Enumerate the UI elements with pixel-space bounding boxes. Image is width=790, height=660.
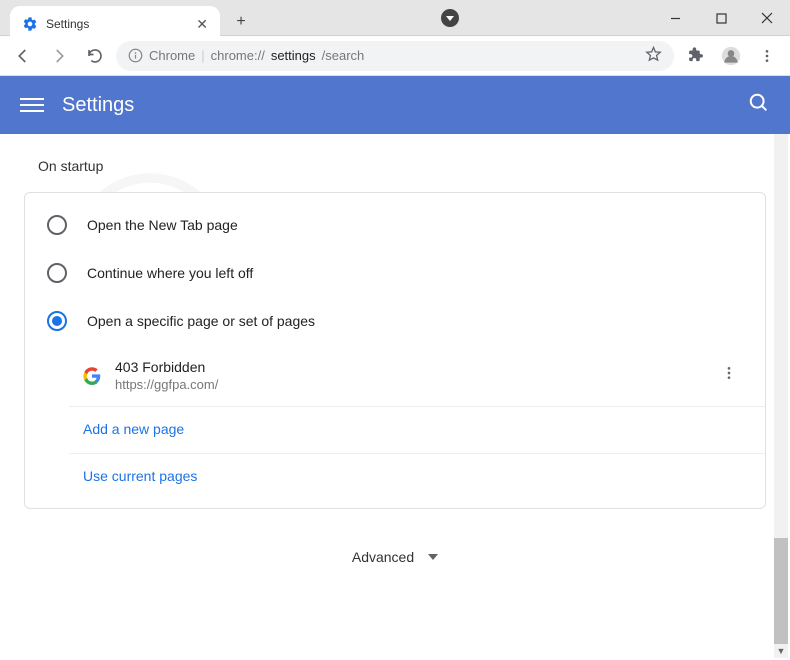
search-icon[interactable] <box>748 92 770 119</box>
hamburger-icon[interactable] <box>20 93 44 117</box>
radio-icon <box>47 311 67 331</box>
settings-content: On startup Open the New Tab page Continu… <box>0 134 790 659</box>
menu-dots-icon[interactable] <box>752 41 782 71</box>
radio-continue[interactable]: Continue where you left off <box>25 249 765 297</box>
url-prefix: Chrome <box>149 48 195 63</box>
use-current-row[interactable]: Use current pages <box>69 454 765 500</box>
info-icon <box>128 48 143 63</box>
profile-icon[interactable] <box>716 41 746 71</box>
browser-tab[interactable]: Settings ✕ <box>10 6 220 42</box>
radio-icon <box>47 263 67 283</box>
address-bar[interactable]: Chrome | chrome://settings/search <box>116 41 674 71</box>
new-tab-button[interactable]: + <box>226 7 256 37</box>
minimize-button[interactable] <box>652 0 698 36</box>
radio-label: Open a specific page or set of pages <box>87 313 315 329</box>
page-url-text: https://ggfpa.com/ <box>115 377 701 392</box>
extensions-icon[interactable] <box>680 41 710 71</box>
reload-button[interactable] <box>80 41 110 71</box>
window-controls <box>652 0 790 36</box>
page-title: Settings <box>62 94 134 117</box>
url-path-rest: /search <box>322 48 365 63</box>
google-favicon <box>83 367 101 385</box>
window-titlebar: Settings ✕ + <box>0 0 790 36</box>
radio-label: Open the New Tab page <box>87 217 238 233</box>
url-domain: chrome:// <box>211 48 265 63</box>
close-window-button[interactable] <box>744 0 790 36</box>
startup-page-list: 403 Forbidden https://ggfpa.com/ Add a n… <box>25 345 765 500</box>
page-info: 403 Forbidden https://ggfpa.com/ <box>115 359 701 392</box>
browser-toolbar: Chrome | chrome://settings/search <box>0 36 790 76</box>
use-current-link[interactable]: Use current pages <box>83 468 197 484</box>
advanced-toggle[interactable]: Advanced <box>24 549 766 565</box>
add-page-row[interactable]: Add a new page <box>69 407 765 454</box>
chevron-down-icon <box>428 554 438 560</box>
startup-page-row: 403 Forbidden https://ggfpa.com/ <box>69 345 765 407</box>
radio-label: Continue where you left off <box>87 265 253 281</box>
shield-icon[interactable] <box>441 9 459 27</box>
add-page-link[interactable]: Add a new page <box>83 421 184 437</box>
tab-title: Settings <box>46 17 89 31</box>
section-title: On startup <box>38 158 766 174</box>
settings-header: Settings <box>0 76 790 134</box>
radio-specific-pages[interactable]: Open a specific page or set of pages <box>25 297 765 345</box>
gear-icon <box>22 16 38 32</box>
more-vert-icon[interactable] <box>715 365 743 386</box>
maximize-button[interactable] <box>698 0 744 36</box>
url-path-bold: settings <box>271 48 316 63</box>
radio-icon <box>47 215 67 235</box>
star-icon[interactable] <box>645 46 662 66</box>
forward-button[interactable] <box>44 41 74 71</box>
advanced-label: Advanced <box>352 549 414 565</box>
startup-panel: Open the New Tab page Continue where you… <box>24 192 766 509</box>
radio-new-tab[interactable]: Open the New Tab page <box>25 201 765 249</box>
page-title-text: 403 Forbidden <box>115 359 701 375</box>
back-button[interactable] <box>8 41 38 71</box>
close-icon[interactable]: ✕ <box>196 16 208 33</box>
